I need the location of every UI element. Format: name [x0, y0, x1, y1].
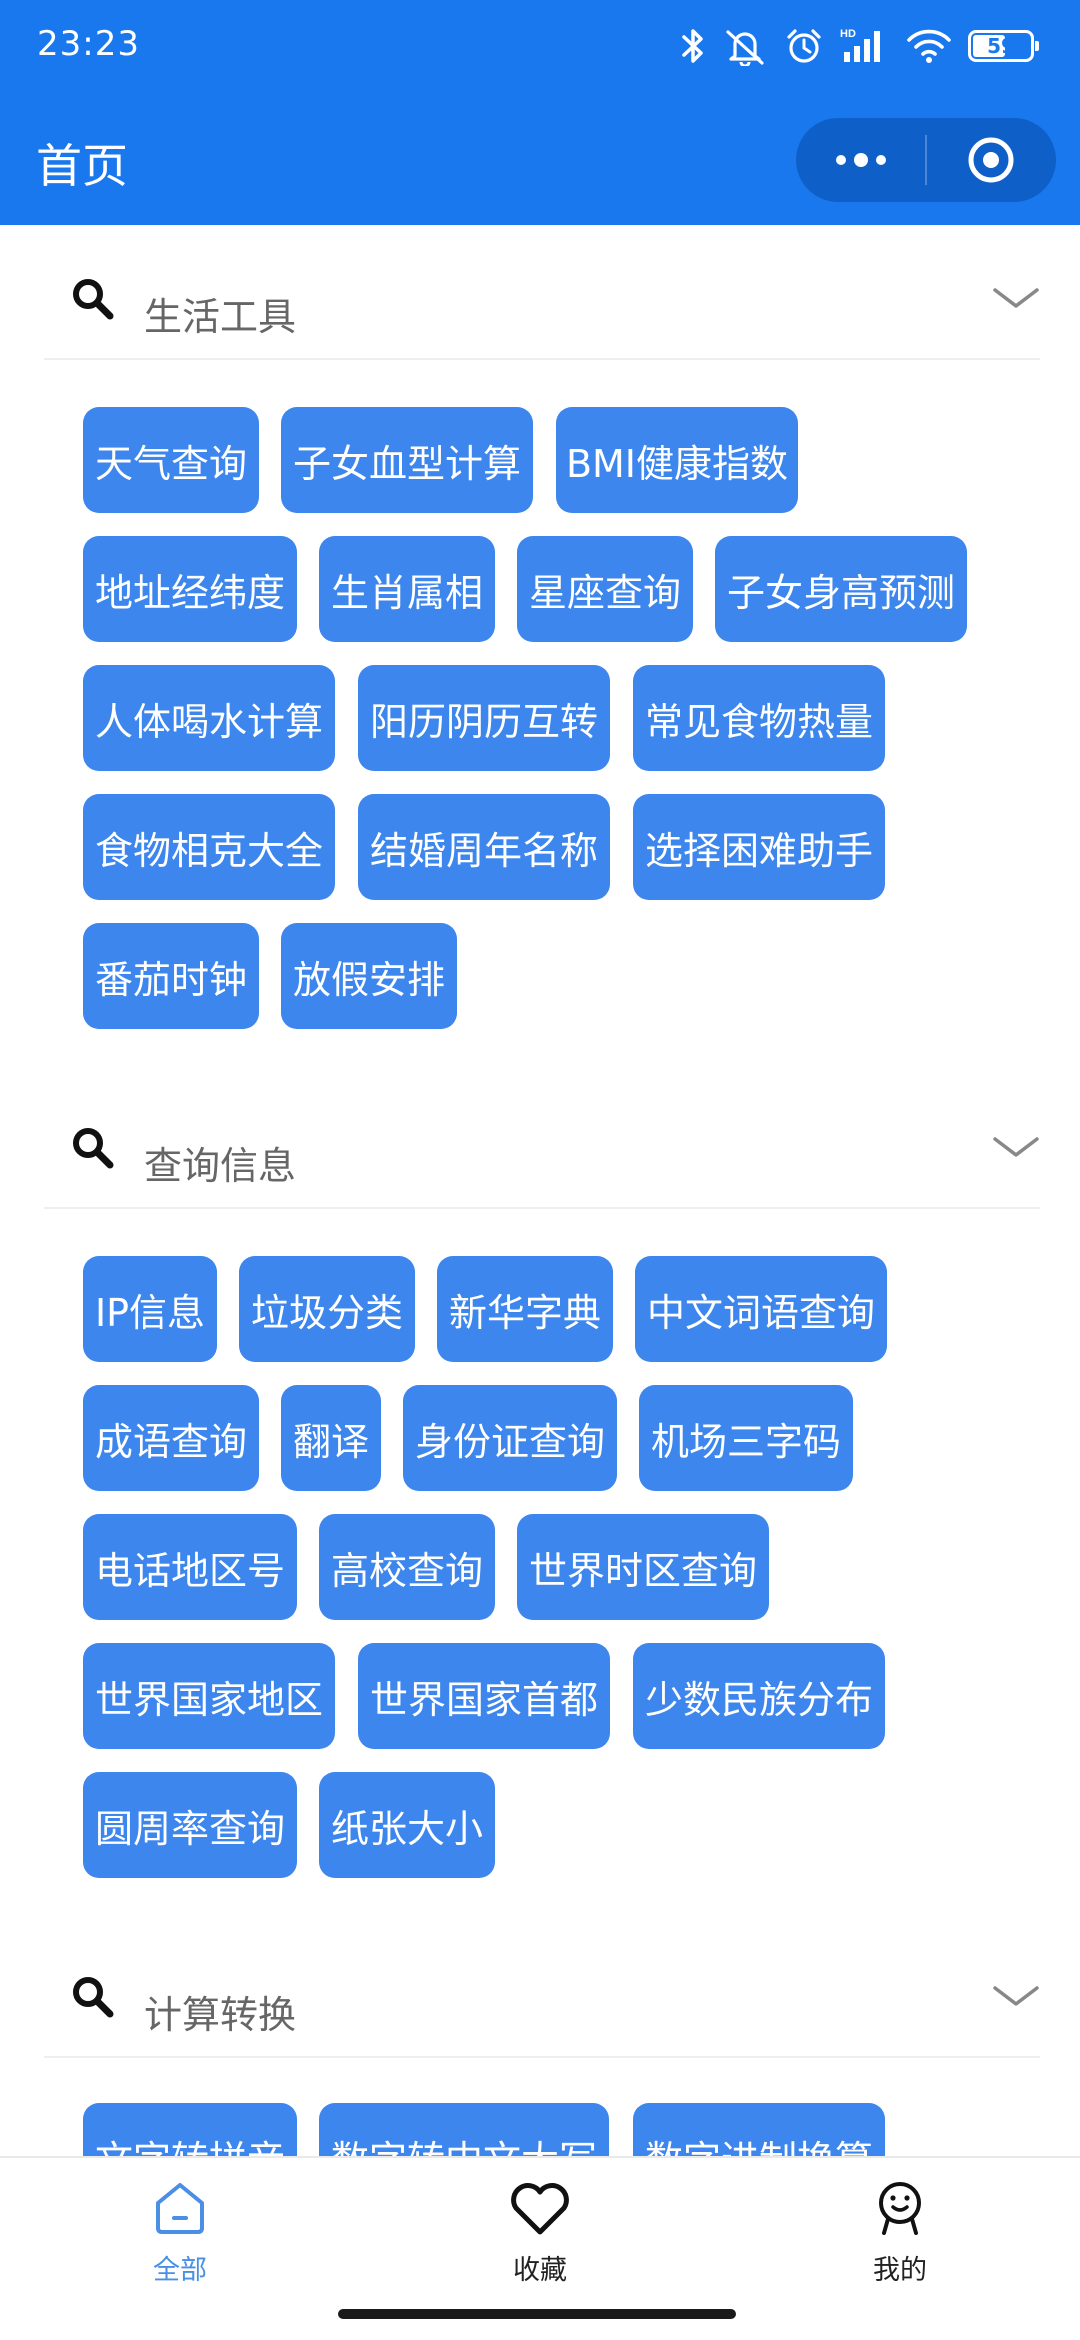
tag-button[interactable]: 世界国家地区 — [83, 1643, 335, 1749]
tag-button[interactable]: IP信息 — [83, 1256, 217, 1362]
heart-icon — [508, 2174, 572, 2242]
svg-text:HD: HD — [840, 28, 856, 40]
home-icon — [150, 2174, 210, 2242]
tag-button[interactable]: 数字进制换算 — [633, 2103, 885, 2157]
tag-button[interactable]: 世界国家首都 — [358, 1643, 610, 1749]
tag-button[interactable]: 纸张大小 — [319, 1772, 495, 1878]
tag-button[interactable]: 常见食物热量 — [633, 665, 885, 771]
section-title: 生活工具 — [144, 295, 297, 339]
bluetooth-icon — [680, 22, 706, 70]
mini-program-capsule — [796, 118, 1056, 202]
tag-button[interactable]: 机场三字码 — [639, 1385, 853, 1491]
tag-button[interactable]: 垃圾分类 — [239, 1256, 415, 1362]
section-header-query-info[interactable]: 查询信息 — [44, 1089, 1040, 1209]
battery-icon: 59 — [968, 22, 1039, 70]
section-title: 计算转换 — [144, 1993, 297, 2037]
search-icon — [70, 1974, 116, 2024]
tag-button[interactable]: 电话地区号 — [83, 1514, 297, 1620]
status-icons: HD 59 — [680, 18, 1039, 74]
app-screen: 23:23 HD 59 首页 生活工具 天气查询 子女血型计算 BMI健康指数 … — [0, 0, 1080, 2340]
section-header-life-tools[interactable]: 生活工具 — [44, 240, 1040, 360]
page-title: 首页 — [36, 139, 128, 193]
chevron-down-icon[interactable] — [992, 284, 1040, 318]
tab-all[interactable]: 全部 — [80, 2158, 280, 2298]
tag-button[interactable]: 文字转拼音 — [83, 2103, 297, 2157]
close-button[interactable] — [927, 118, 1056, 202]
tag-button[interactable]: 新华字典 — [437, 1256, 613, 1362]
tag-button[interactable]: 身份证查询 — [403, 1385, 617, 1491]
tab-label: 全部 — [153, 2255, 207, 2286]
tab-label: 我的 — [873, 2255, 927, 2286]
more-dots-icon — [835, 153, 886, 167]
gesture-area — [0, 2296, 1080, 2340]
tag-button[interactable]: 星座查询 — [517, 536, 693, 642]
tag-button[interactable]: 圆周率查询 — [83, 1772, 297, 1878]
status-time: 23:23 — [37, 24, 140, 64]
wifi-icon — [906, 22, 952, 70]
search-icon — [70, 276, 116, 326]
tag-button[interactable]: 子女血型计算 — [281, 407, 533, 513]
top-bar: 23:23 HD 59 首页 — [0, 0, 1080, 225]
tag-button[interactable]: 天气查询 — [83, 407, 259, 513]
tab-favorites[interactable]: 收藏 — [440, 2158, 640, 2298]
alarm-icon — [784, 22, 824, 70]
tag-button[interactable]: 结婚周年名称 — [358, 794, 610, 900]
tag-button[interactable]: 番茄时钟 — [83, 923, 259, 1029]
chevron-down-icon[interactable] — [992, 1133, 1040, 1167]
tag-button[interactable]: 阳历阴历互转 — [358, 665, 610, 771]
profile-icon — [870, 2174, 930, 2242]
hd-signal-icon: HD — [840, 22, 890, 70]
tab-label: 收藏 — [513, 2255, 567, 2286]
tag-button[interactable]: 选择困难助手 — [633, 794, 885, 900]
tag-button[interactable]: 生肖属相 — [319, 536, 495, 642]
tag-button[interactable]: 世界时区查询 — [517, 1514, 769, 1620]
tab-mine[interactable]: 我的 — [800, 2158, 1000, 2298]
tag-button[interactable]: BMI健康指数 — [556, 407, 798, 513]
tag-button[interactable]: 少数民族分布 — [633, 1643, 885, 1749]
home-indicator[interactable] — [338, 2309, 736, 2319]
tag-button[interactable]: 食物相克大全 — [83, 794, 335, 900]
close-target-icon — [968, 137, 1014, 183]
content-area[interactable]: 生活工具 天气查询 子女血型计算 BMI健康指数 地址经纬度 生肖属相 星座查询… — [0, 225, 1080, 2157]
tag-button[interactable]: 地址经纬度 — [83, 536, 297, 642]
tag-button[interactable]: 中文词语查询 — [635, 1256, 887, 1362]
chevron-down-icon[interactable] — [992, 1982, 1040, 2016]
section-header-calc-convert[interactable]: 计算转换 — [44, 1938, 1040, 2058]
tag-button[interactable]: 放假安排 — [281, 923, 457, 1029]
mute-icon — [722, 22, 768, 70]
tag-button[interactable]: 翻译 — [281, 1385, 381, 1491]
tag-button[interactable]: 人体喝水计算 — [83, 665, 335, 771]
more-button[interactable] — [796, 118, 925, 202]
battery-level: 59 — [987, 34, 1015, 58]
section-title: 查询信息 — [144, 1144, 297, 1188]
tag-button[interactable]: 高校查询 — [319, 1514, 495, 1620]
tag-button[interactable]: 成语查询 — [83, 1385, 259, 1491]
search-icon — [70, 1125, 116, 1175]
tag-button[interactable]: 数字转中文大写 — [319, 2103, 609, 2157]
tag-button[interactable]: 子女身高预测 — [715, 536, 967, 642]
bottom-tab-bar: 全部 收藏 我的 — [0, 2156, 1080, 2296]
